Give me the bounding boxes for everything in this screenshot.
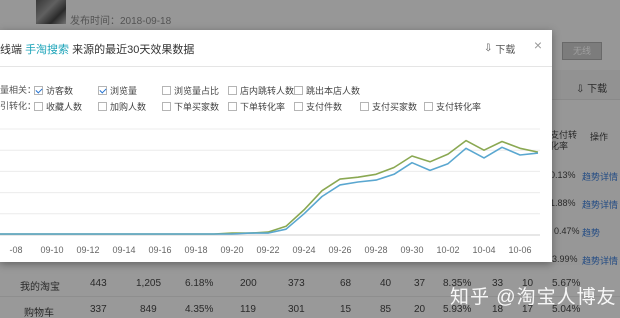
modal-download-button[interactable]: ⇩ 下载 <box>484 41 515 56</box>
trend-modal: 线端 手淘搜索 来源的最近30天效果数据 ⇩ 下载 × 量相关： 访客数 浏览量 浏… <box>0 30 552 262</box>
metric-checkbox-label: 加购人数 <box>110 102 147 112</box>
x-tick-label: 09-16 <box>148 245 171 255</box>
metric-checkbox-label: 店内跳转人数 <box>240 86 295 96</box>
x-tick-label: 09-28 <box>364 245 387 255</box>
checkbox-checked-icon[interactable] <box>98 86 107 95</box>
x-tick-label: 09-14 <box>112 245 135 255</box>
metric-checkbox-label: 浏览量占比 <box>174 86 220 96</box>
checkbox-unchecked-icon[interactable] <box>34 102 43 111</box>
metric-checkbox[interactable]: 浏览量占比 <box>162 84 219 97</box>
x-tick-label: 10-06 <box>508 245 531 255</box>
watermark: 知乎 @淘宝人博友 <box>450 287 617 308</box>
metric-checkbox-label: 下单买家数 <box>174 102 220 112</box>
metric-checkbox-label: 下单转化率 <box>240 102 286 112</box>
trend-line-chart: -08 09-10 09-12 09-14 09-16 09-18 09-20 09-22 09… <box>0 128 540 255</box>
metric-checkbox-label: 跳出本店人数 <box>306 86 361 96</box>
metric-checkbox[interactable]: 收藏人数 <box>34 100 82 113</box>
metric-checkbox[interactable]: 支付件数 <box>294 100 342 113</box>
x-tick-label: 10-02 <box>436 245 459 255</box>
metric-checkbox[interactable]: 店内跳转人数 <box>228 84 294 97</box>
metric-checkbox-label: 收藏人数 <box>46 102 83 112</box>
title-source-link: 手淘搜索 <box>25 44 70 56</box>
download-label: 下载 <box>495 45 516 56</box>
x-tick-label: 09-26 <box>328 245 351 255</box>
x-tick-label: 09-24 <box>292 245 315 255</box>
x-tick-label: -08 <box>9 245 22 255</box>
x-tick-label: 09-12 <box>76 245 99 255</box>
modal-divider <box>0 66 552 67</box>
metric-checkbox[interactable]: 跳出本店人数 <box>294 84 360 97</box>
metric-checkbox-label: 支付转化率 <box>436 102 482 112</box>
metric-checkbox[interactable]: 下单买家数 <box>162 100 219 113</box>
series-line-2[interactable] <box>0 146 539 235</box>
series-line-1[interactable] <box>0 139 539 235</box>
metric-checkbox[interactable]: 支付买家数 <box>360 100 417 113</box>
checkbox-unchecked-icon[interactable] <box>228 86 237 95</box>
modal-title: 线端 手淘搜索 来源的最近30天效果数据 <box>0 41 194 57</box>
checkbox-checked-icon[interactable] <box>34 86 43 95</box>
checkbox-unchecked-icon[interactable] <box>424 102 433 111</box>
checkbox-unchecked-icon[interactable] <box>360 102 369 111</box>
checkbox-unchecked-icon[interactable] <box>294 102 303 111</box>
metric-checkbox[interactable]: 访客数 <box>34 84 73 97</box>
title-suffix: 来源的最近30天效果数据 <box>72 44 195 56</box>
x-tick-label: 09-30 <box>400 245 423 255</box>
metric-checkbox[interactable]: 下单转化率 <box>228 100 285 113</box>
metric-checkbox-label: 支付买家数 <box>372 102 418 112</box>
checkbox-unchecked-icon[interactable] <box>294 86 303 95</box>
checkbox-unchecked-icon[interactable] <box>162 86 171 95</box>
metric-checkbox[interactable]: 加购人数 <box>98 100 146 113</box>
x-tick-label: 10-04 <box>472 245 495 255</box>
metric-checkbox[interactable]: 浏览量 <box>98 84 137 97</box>
title-prefix: 线端 <box>0 44 22 56</box>
close-icon[interactable]: × <box>531 38 545 52</box>
modal-header: 线端 手淘搜索 来源的最近30天效果数据 ⇩ 下载 × <box>0 30 552 66</box>
x-tick-label: 09-10 <box>40 245 63 255</box>
metric-checkbox[interactable]: 支付转化率 <box>424 100 481 113</box>
x-tick-label: 09-20 <box>220 245 243 255</box>
metric-group-label: 引转化： <box>0 100 37 111</box>
download-icon: ⇩ <box>484 43 493 54</box>
checkbox-unchecked-icon[interactable] <box>162 102 171 111</box>
metric-checkbox-label: 浏览量 <box>110 86 138 96</box>
x-tick-label: 09-18 <box>184 245 207 255</box>
checkbox-unchecked-icon[interactable] <box>228 102 237 111</box>
metric-checkbox-label: 支付件数 <box>306 102 343 112</box>
metric-checkbox-label: 访客数 <box>46 86 74 96</box>
metric-group-label: 量相关： <box>0 84 37 95</box>
x-tick-label: 09-22 <box>256 245 279 255</box>
checkbox-unchecked-icon[interactable] <box>98 102 107 111</box>
